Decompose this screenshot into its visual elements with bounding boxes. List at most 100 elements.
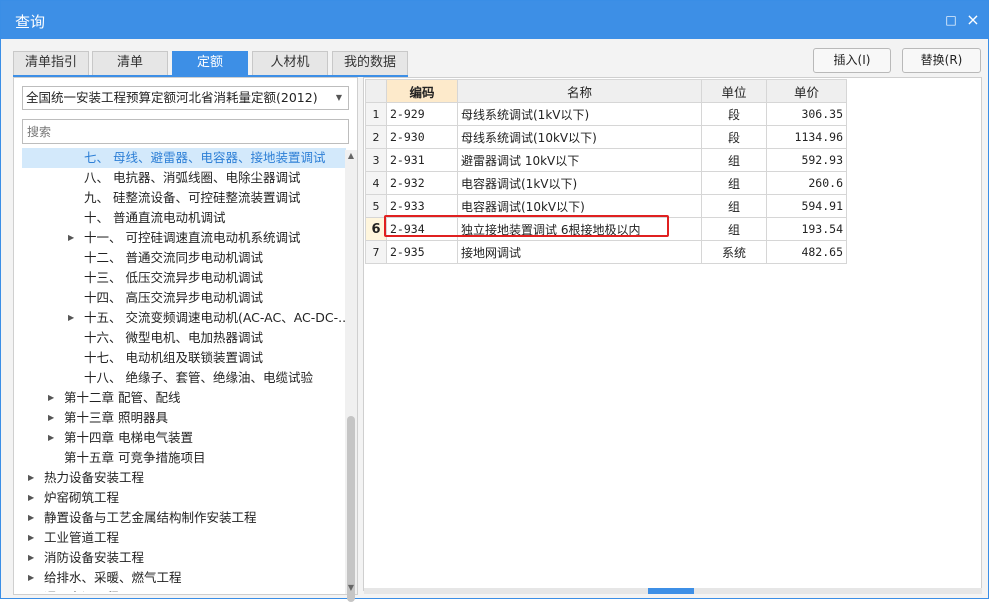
scrollbar-thumb[interactable] <box>347 416 355 602</box>
tree-item[interactable]: ▶ 工业管道工程 <box>22 528 346 548</box>
tree-item[interactable]: 九、 硅整流设备、可控硅整流装置调试 <box>22 188 346 208</box>
grid-horizontal-scrollbar[interactable] <box>364 588 982 594</box>
expand-arrow-icon[interactable]: ▶ <box>68 228 78 248</box>
tab-bill[interactable]: 清单 <box>92 51 168 75</box>
tree-item[interactable]: ▶ 给排水、采暖、燃气工程 <box>22 568 346 588</box>
replace-button[interactable]: 替换(R) <box>902 48 981 73</box>
expand-arrow-icon[interactable]: ▶ <box>28 568 38 588</box>
tree-item[interactable]: 七、 母线、避雷器、电容器、接地装置调试 <box>22 148 346 168</box>
tree-item[interactable]: ▶ 十一、 可控硅调速直流电动机系统调试 <box>22 228 346 248</box>
expand-arrow-icon[interactable]: ▶ <box>28 508 38 528</box>
row-number-cell[interactable]: 7 <box>365 240 387 264</box>
scroll-down-icon[interactable]: ▼ <box>345 582 357 594</box>
column-header-code[interactable]: 编码 <box>386 79 458 103</box>
price-cell[interactable]: 594.91 <box>766 194 847 218</box>
column-header-price[interactable]: 单价 <box>766 79 847 103</box>
tree-item[interactable]: ▶ 第十二章 配管、配线 <box>22 388 346 408</box>
quota-library-select[interactable]: 全国统一安装工程预算定额河北省消耗量定额(2012) ▼ <box>22 86 349 110</box>
code-cell[interactable]: 2-933 <box>386 194 458 218</box>
row-number-cell[interactable]: 4 <box>365 171 387 195</box>
expand-arrow-icon[interactable]: ▶ <box>28 488 38 508</box>
table-row[interactable]: 4 2-932 电容器调试(1kV以下) 组 260.6 <box>365 171 847 195</box>
tab-labor-material-machine[interactable]: 人材机 <box>252 51 328 75</box>
code-cell[interactable]: 2-929 <box>386 102 458 126</box>
price-cell[interactable]: 482.65 <box>766 240 847 264</box>
expand-arrow-icon[interactable]: ▶ <box>28 588 38 592</box>
price-cell[interactable]: 193.54 <box>766 217 847 241</box>
tab-bill-guide[interactable]: 清单指引 <box>13 51 89 75</box>
name-cell[interactable]: 接地网调试 <box>457 240 702 264</box>
tree-item[interactable]: ▶ 第十四章 电梯电气装置 <box>22 428 346 448</box>
row-number-cell[interactable]: 6 <box>365 217 387 241</box>
expand-arrow-icon[interactable]: ▶ <box>48 408 58 428</box>
price-cell[interactable]: 1134.96 <box>766 125 847 149</box>
close-icon[interactable]: × <box>966 12 980 28</box>
tree-item[interactable]: ▶ 静置设备与工艺金属结构制作安装工程 <box>22 508 346 528</box>
unit-cell[interactable]: 组 <box>701 171 767 195</box>
table-row[interactable]: 6 2-934 独立接地装置调试 6根接地极以内组 193.54 <box>365 217 847 241</box>
code-cell[interactable]: 2-931 <box>386 148 458 172</box>
table-row[interactable]: 3 2-931 避雷器调试 10kV以下组 592.93 <box>365 148 847 172</box>
expand-arrow-icon[interactable]: ▶ <box>28 528 38 548</box>
code-cell[interactable]: 2-935 <box>386 240 458 264</box>
tree-item[interactable]: 十六、 微型电机、电加热器调试 <box>22 328 346 348</box>
row-number-cell[interactable]: 3 <box>365 148 387 172</box>
unit-cell[interactable]: 组 <box>701 194 767 218</box>
name-cell[interactable]: 母线系统调试(10kV以下) <box>457 125 702 149</box>
scrollbar-grip[interactable] <box>648 588 694 594</box>
row-number-cell[interactable]: 5 <box>365 194 387 218</box>
tree-item[interactable]: ▶ 热力设备安装工程 <box>22 468 346 488</box>
unit-cell[interactable]: 段 <box>701 102 767 126</box>
unit-cell[interactable]: 段 <box>701 125 767 149</box>
tree-item[interactable]: 八、 电抗器、消弧线圈、电除尘器调试 <box>22 168 346 188</box>
tree-item[interactable]: 十八、 绝缘子、套管、绝缘油、电缆试验 <box>22 368 346 388</box>
scroll-up-icon[interactable]: ▲ <box>345 150 357 162</box>
name-cell[interactable]: 避雷器调试 10kV以下 <box>457 148 702 172</box>
expand-arrow-icon[interactable]: ▶ <box>28 468 38 488</box>
price-cell[interactable]: 260.6 <box>766 171 847 195</box>
search-input[interactable] <box>22 119 349 144</box>
column-header-name[interactable]: 名称 <box>457 79 702 103</box>
code-cell[interactable]: 2-934 <box>386 217 458 241</box>
tree-item[interactable]: ▶ 十五、 交流变频调速电动机(AC-AC、AC-DC-... <box>22 308 346 328</box>
tree-item[interactable]: ▶ 消防设备安装工程 <box>22 548 346 568</box>
tab-my-data[interactable]: 我的数据 <box>332 51 408 75</box>
tree-item[interactable]: 十三、 低压交流异步电动机调试 <box>22 268 346 288</box>
title-bar[interactable]: 查询 □ × <box>1 1 988 39</box>
tree-item[interactable]: 十七、 电动机组及联锁装置调试 <box>22 348 346 368</box>
tree-item[interactable]: 十二、 普通交流同步电动机调试 <box>22 248 346 268</box>
tree-item[interactable]: ▶ 炉窑砌筑工程 <box>22 488 346 508</box>
name-cell[interactable]: 母线系统调试(1kV以下) <box>457 102 702 126</box>
column-header-unit[interactable]: 单位 <box>701 79 767 103</box>
name-cell[interactable]: 电容器调试(1kV以下) <box>457 171 702 195</box>
insert-button[interactable]: 插入(I) <box>813 48 891 73</box>
tree-item[interactable]: 第十五章 可竞争措施项目 <box>22 448 346 468</box>
tree-item[interactable]: ▶ 通风空调工程 <box>22 588 346 592</box>
tree-item[interactable]: 十四、 高压交流异步电动机调试 <box>22 288 346 308</box>
row-number-cell[interactable]: 1 <box>365 102 387 126</box>
name-cell[interactable]: 电容器调试(10kV以下) <box>457 194 702 218</box>
tree-item[interactable]: 十、 普通直流电动机调试 <box>22 208 346 228</box>
unit-cell[interactable]: 系统 <box>701 240 767 264</box>
code-cell[interactable]: 2-932 <box>386 171 458 195</box>
expand-arrow-icon[interactable]: ▶ <box>48 388 58 408</box>
tree-scrollbar[interactable]: ▲ ▼ <box>345 150 357 602</box>
code-cell[interactable]: 2-930 <box>386 125 458 149</box>
row-number-cell[interactable]: 2 <box>365 125 387 149</box>
price-cell[interactable]: 592.93 <box>766 148 847 172</box>
table-row[interactable]: 1 2-929 母线系统调试(1kV以下) 段 306.35 <box>365 102 847 126</box>
price-cell[interactable]: 306.35 <box>766 102 847 126</box>
tree-item[interactable]: ▶ 第十三章 照明器具 <box>22 408 346 428</box>
chevron-down-icon[interactable]: ▼ <box>336 87 342 109</box>
expand-arrow-icon[interactable]: ▶ <box>28 548 38 568</box>
table-row[interactable]: 7 2-935 接地网调试 系统 482.65 <box>365 240 847 264</box>
name-cell[interactable]: 独立接地装置调试 6根接地极以内 <box>457 217 702 241</box>
unit-cell[interactable]: 组 <box>701 217 767 241</box>
unit-cell[interactable]: 组 <box>701 148 767 172</box>
restore-icon[interactable]: □ <box>944 13 958 27</box>
expand-arrow-icon[interactable]: ▶ <box>48 428 58 448</box>
expand-arrow-icon[interactable]: ▶ <box>68 308 78 328</box>
tab-quota[interactable]: 定额 <box>172 51 248 75</box>
table-row[interactable]: 5 2-933 电容器调试(10kV以下) 组 594.91 <box>365 194 847 218</box>
table-row[interactable]: 2 2-930 母线系统调试(10kV以下) 段 1134.96 <box>365 125 847 149</box>
